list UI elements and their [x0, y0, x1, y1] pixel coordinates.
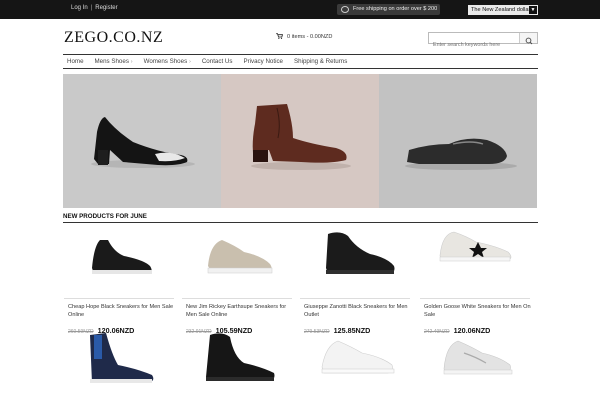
nav-shipping-returns[interactable]: Shipping & Returns [294, 58, 347, 65]
auth-separator: | [90, 5, 93, 11]
section-title: NEW PRODUCTS FOR JUNE [63, 213, 147, 220]
auth-links: Log In | Register [71, 5, 118, 11]
chevron-down-icon: › [189, 59, 191, 65]
loafer-shoe-image [405, 138, 517, 170]
search-icon [525, 37, 533, 45]
hero-banner[interactable] [63, 74, 537, 208]
free-shipping-text: Free shipping on order over $ 200 [353, 6, 438, 12]
currency-value: The New Zealand dollar [471, 7, 531, 13]
nav-womens-shoes[interactable]: Womens Shoes › [144, 58, 191, 65]
login-link[interactable]: Log In [71, 5, 88, 11]
banner-slide-boot[interactable] [221, 74, 379, 208]
banner-slide-heel[interactable] [63, 74, 221, 208]
search-button[interactable] [519, 33, 537, 45]
heel-shoe-image [91, 117, 195, 168]
cart-icon [276, 33, 283, 39]
product-image[interactable] [420, 226, 530, 296]
blue-sock-boot-image [90, 333, 154, 383]
free-shipping-badge: Free shipping on order over $ 200 [337, 4, 440, 15]
nav-privacy-notice[interactable]: Privacy Notice [243, 58, 283, 65]
product-image[interactable] [64, 331, 174, 401]
product-image[interactable] [182, 331, 292, 401]
main-nav: Home Mens Shoes › Womens Shoes › Contact U… [63, 54, 538, 69]
card-divider [64, 298, 174, 299]
white-star-sneaker-image [439, 231, 512, 262]
chevron-down-icon: › [130, 59, 133, 65]
product-card[interactable]: New Jim Rickey Earthsupe Sneakers for Me… [182, 226, 292, 335]
product-name[interactable]: Golden Goose White Sneakers for Men On S… [424, 303, 532, 319]
beige-sneaker-image [207, 240, 273, 274]
section-divider [63, 222, 538, 223]
product-card[interactable] [300, 331, 410, 401]
grey-white-sneaker-image [443, 340, 513, 375]
product-card[interactable] [420, 331, 530, 401]
product-card[interactable]: Cheap Hope Black Sneakers for Men Sale O… [64, 226, 174, 335]
product-card[interactable] [64, 331, 174, 401]
card-divider [300, 298, 410, 299]
search-input[interactable] [429, 40, 519, 50]
white-sneaker-image [321, 340, 395, 374]
banner-slide-loafer[interactable] [379, 74, 537, 208]
product-card[interactable]: Golden Goose White Sneakers for Men On S… [420, 226, 531, 335]
product-image[interactable] [182, 226, 292, 296]
nav-mens-shoes-label: Mens Shoes [94, 58, 129, 65]
card-divider [182, 298, 292, 299]
black-lace-boot-image [206, 333, 275, 381]
card-divider [420, 298, 530, 299]
product-image[interactable] [420, 331, 530, 401]
nav-home[interactable]: Home [67, 58, 84, 65]
register-link[interactable]: Register [95, 5, 117, 11]
site-logo[interactable]: ZEGO.CO.NZ [64, 29, 163, 47]
chevron-down-icon[interactable]: ▼ [529, 6, 537, 14]
nav-womens-shoes-label: Womens Shoes [143, 58, 188, 65]
search-box [428, 32, 538, 50]
product-card[interactable] [182, 331, 292, 401]
top-bar: Log In | Register Free shipping on order o… [0, 0, 600, 19]
cart-text: 0 items - 0.00NZD [287, 34, 333, 40]
brown-boot-image [251, 104, 351, 170]
product-image[interactable] [300, 226, 410, 296]
nav-mens-shoes[interactable]: Mens Shoes › [95, 58, 133, 65]
product-name[interactable]: Cheap Hope Black Sneakers for Men Sale O… [68, 303, 176, 319]
currency-select[interactable]: The New Zealand dollar ▼ [468, 5, 538, 15]
product-image[interactable] [300, 331, 410, 401]
product-card[interactable]: Giuseppe Zanotti Black Sneakers for Men … [300, 226, 410, 335]
nav-contact-us[interactable]: Contact Us [202, 58, 233, 65]
product-image[interactable] [64, 226, 174, 296]
black-sock-sneaker-image [92, 240, 152, 274]
product-name[interactable]: Giuseppe Zanotti Black Sneakers for Men … [304, 303, 412, 319]
black-hightop-sneaker-image [326, 232, 395, 274]
truck-icon [341, 6, 349, 13]
cart-summary[interactable]: 0 items - 0.00NZD [276, 33, 332, 40]
product-name[interactable]: New Jim Rickey Earthsupe Sneakers for Me… [186, 303, 294, 319]
